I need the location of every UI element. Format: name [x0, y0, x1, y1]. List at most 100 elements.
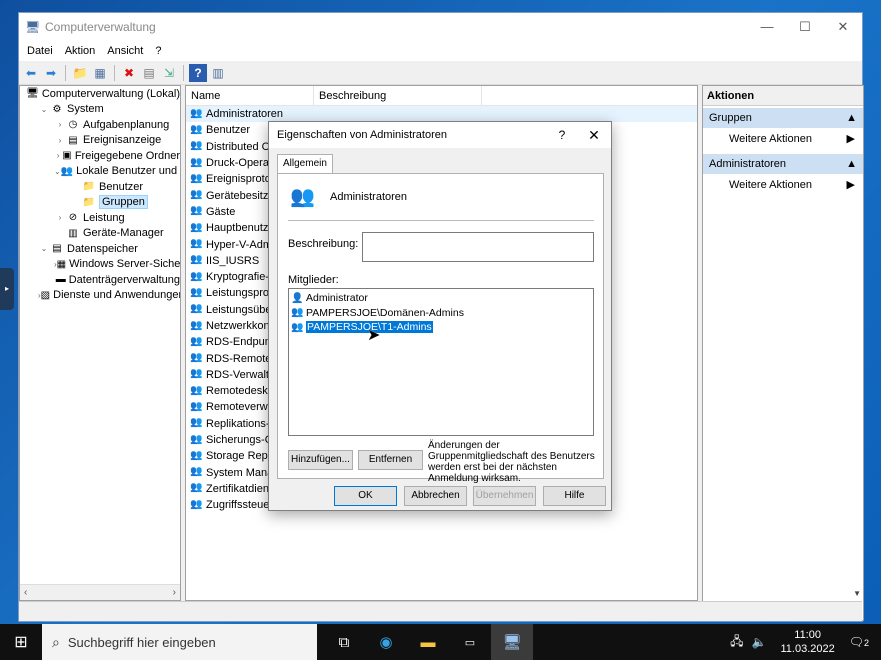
tree-node-label: Freigegebene Ordner: [74, 149, 180, 162]
forward-icon[interactable]: ➡: [42, 64, 60, 82]
dialog-help-button[interactable]: ?: [547, 128, 577, 142]
side-flyout-tab[interactable]: ▸: [0, 268, 14, 310]
group-name: Administratoren: [330, 191, 408, 203]
tree-node[interactable]: 📁 Benutzer: [20, 179, 180, 195]
properties-icon[interactable]: ▤: [140, 64, 158, 82]
volume-muted-icon[interactable]: 🔈: [752, 635, 767, 649]
expand-arrow-icon[interactable]: ›: [54, 213, 66, 222]
network-icon[interactable]: 🖧: [730, 632, 743, 653]
up-folder-icon[interactable]: 📁: [71, 64, 89, 82]
minimize-button[interactable]: —: [748, 19, 786, 35]
group-icon: 👥: [190, 400, 203, 412]
action-more-administratoren[interactable]: Weitere Aktionen ▶: [703, 174, 863, 196]
column-name[interactable]: Name: [186, 86, 314, 105]
menu-aktion[interactable]: Aktion: [61, 45, 100, 57]
group-icon: 👥: [190, 449, 203, 461]
menu-datei[interactable]: Datei: [23, 45, 57, 57]
apply-button[interactable]: Übernehmen: [473, 486, 536, 506]
tree-node[interactable]: 🖥 Computerverwaltung (Lokal): [20, 86, 180, 102]
tree-node[interactable]: ▥ Geräte-Manager: [20, 226, 180, 242]
scroll-right-icon[interactable]: ›: [173, 587, 176, 598]
command-prompt-icon[interactable]: ▭: [449, 624, 491, 660]
member-item[interactable]: 👤 Administrator: [291, 291, 591, 306]
device-manager-icon: ▥: [68, 227, 78, 239]
member-item[interactable]: 👥 PAMPERSJOE\T1-Admins: [291, 320, 591, 335]
collapse-arrow-icon[interactable]: ⌄: [38, 244, 50, 253]
add-member-button[interactable]: Hinzufügen...: [288, 450, 353, 470]
taskbar-search[interactable]: ⌕ Suchbegriff hier eingeben: [42, 624, 317, 660]
dialog-close-button[interactable]: ✕: [577, 127, 611, 144]
members-list[interactable]: 👤 Administrator 👥 PAMPERSJOE\Domänen-Admins…: [288, 288, 594, 436]
actions-section-gruppen[interactable]: Gruppen ▲: [703, 108, 863, 128]
file-explorer-icon[interactable]: ▬: [407, 624, 449, 660]
delete-icon[interactable]: ✖: [120, 64, 138, 82]
backup-icon: ▦: [56, 258, 67, 270]
export-list-icon[interactable]: ⇲: [160, 64, 178, 82]
column-description[interactable]: Beschreibung: [314, 86, 482, 105]
actions-section-administratoren[interactable]: Administratoren ▲: [703, 154, 863, 174]
group-icon: 👥: [190, 482, 203, 494]
help-button[interactable]: Hilfe: [543, 486, 606, 506]
maximize-button[interactable]: ☐: [786, 19, 824, 35]
edge-browser-icon[interactable]: ◉: [365, 624, 407, 660]
tree-horizontal-scrollbar[interactable]: ‹ ›: [20, 584, 180, 600]
group-icon: 👥: [190, 368, 203, 380]
tree-node-label: Aufgabenplanung: [83, 118, 170, 131]
status-bar: [19, 601, 862, 621]
tree-node[interactable]: › ▦ Windows Server-Sicheru: [20, 257, 180, 273]
tree-node[interactable]: › ◷ Aufgabenplanung: [20, 117, 180, 133]
clock[interactable]: 11:00 11.03.2022: [781, 628, 835, 656]
folder-icon: 📁: [82, 181, 96, 193]
section-title: Administratoren: [709, 158, 787, 170]
collapse-arrow-icon[interactable]: ⌄: [54, 167, 61, 176]
tree-node[interactable]: › ▤ Ereignisanzeige: [20, 133, 180, 149]
list-item-name: Kryptografie-O: [206, 271, 278, 284]
windows-start-icon[interactable]: ⊞: [0, 624, 42, 660]
expand-arrow-icon[interactable]: ›: [54, 151, 62, 160]
member-item[interactable]: 👥 PAMPERSJOE\Domänen-Admins: [291, 306, 591, 321]
search-placeholder: Suchbegriff hier eingeben: [67, 634, 216, 650]
members-label: Mitglieder:: [288, 274, 339, 286]
clock-date: 11.03.2022: [780, 643, 835, 655]
tree-node[interactable]: ⌄ ▤ Datenspeicher: [20, 241, 180, 257]
tree-node[interactable]: › ▣ Freigegebene Ordner: [20, 148, 180, 164]
menu-ansicht[interactable]: Ansicht: [103, 45, 147, 57]
tree-node[interactable]: ▬ Datenträgerverwaltung: [20, 272, 180, 288]
back-icon[interactable]: ⬅: [22, 64, 40, 82]
expand-arrow-icon[interactable]: ›: [54, 136, 66, 145]
tab-content: 👥 Administratoren Beschreibung: Mitglied…: [277, 173, 604, 484]
tab-allgemein[interactable]: Allgemein: [277, 154, 333, 174]
scroll-down-icon[interactable]: ▼: [853, 589, 861, 598]
submenu-arrow-icon: ▶: [846, 179, 855, 191]
group-icon: 👥: [190, 205, 203, 217]
tree-node[interactable]: › ⊘ Leistung: [20, 210, 180, 226]
show-hide-tree-icon[interactable]: ▦: [91, 64, 109, 82]
toolbar: ⬅ ➡ 📁 ▦ ✖ ▤ ⇲ ? ▥: [19, 61, 862, 85]
group-icon: 👥: [190, 156, 203, 168]
action-pane-icon[interactable]: ▥: [209, 64, 227, 82]
tree-node-label: Gruppen: [99, 195, 148, 210]
scroll-left-icon[interactable]: ‹: [24, 587, 27, 598]
list-item[interactable]: 👥 Administratoren: [186, 106, 697, 123]
tree-node[interactable]: › ▧ Dienste und Anwendungen: [20, 288, 180, 304]
collapse-arrow-icon[interactable]: ⌄: [38, 105, 50, 114]
help-icon[interactable]: ?: [189, 63, 207, 82]
computer-management-taskbar-icon[interactable]: 🖥: [491, 624, 533, 660]
task-view-icon[interactable]: ⧉: [323, 624, 365, 660]
action-more-gruppen[interactable]: Weitere Aktionen ▶: [703, 128, 863, 150]
notification-icon[interactable]: 🗨2: [849, 635, 869, 649]
close-button[interactable]: ✕: [824, 19, 862, 35]
remove-member-button[interactable]: Entfernen: [358, 450, 423, 470]
list-item-name: Zugriffssteuer: [206, 499, 274, 512]
description-field[interactable]: [362, 232, 594, 262]
expand-arrow-icon[interactable]: ›: [54, 120, 66, 129]
ok-button[interactable]: OK: [334, 486, 397, 506]
dialog-title-bar: Eigenschaften von Administratoren ? ✕: [269, 122, 611, 148]
tree-node[interactable]: ⌄ ⚙ System: [20, 102, 180, 118]
tree-node[interactable]: 📁 Gruppen: [20, 195, 180, 211]
tree-node[interactable]: ⌄ 👥 Lokale Benutzer und Gr: [20, 164, 180, 180]
submenu-arrow-icon: ▶: [846, 133, 855, 145]
cancel-button[interactable]: Abbrechen: [404, 486, 467, 506]
menu-help[interactable]: ?: [151, 45, 165, 57]
group-icon: 👥: [190, 303, 203, 315]
